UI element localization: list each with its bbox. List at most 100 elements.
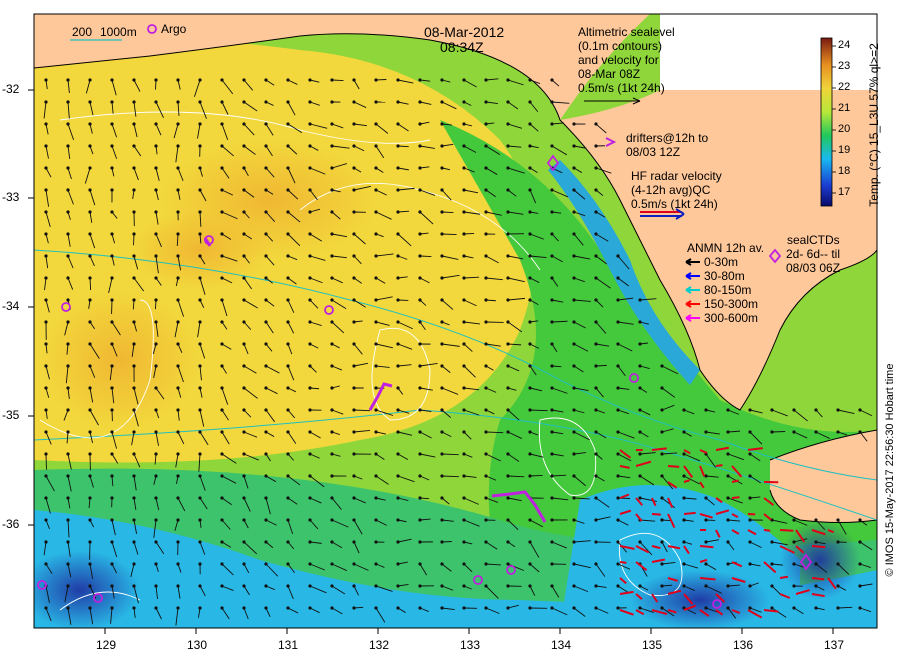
velocity-arrow-origin [88,78,92,82]
velocity-arrow-origin [418,540,422,544]
velocity-arrow-origin [550,78,554,82]
velocity-arrow-origin [506,232,510,236]
velocity-arrow-origin [66,210,70,214]
colorbar-tick: 21 [838,102,851,114]
velocity-arrow-origin [66,232,70,236]
velocity-arrow-origin [616,606,620,610]
velocity-arrow-origin [836,408,840,412]
velocity-arrow-origin [506,606,510,610]
velocity-arrow-origin [594,364,598,368]
velocity-arrow-origin [726,562,730,566]
velocity-arrow-origin [396,78,400,82]
seal-ctds-title: sealCTDs [787,233,840,247]
velocity-arrow-origin [220,298,224,302]
velocity-arrow-origin [308,430,312,434]
drifters-note-line: 08/03 12Z [626,145,681,159]
velocity-arrow-origin [418,584,422,588]
velocity-arrow-origin [154,232,158,236]
velocity-arrow-origin [352,540,356,544]
velocity-arrow-origin [550,342,554,346]
velocity-arrow-origin [330,518,334,522]
velocity-arrow-origin [770,584,774,588]
velocity-arrow-origin [66,364,70,368]
velocity-arrow-origin [484,540,488,544]
velocity-arrow-origin [286,364,290,368]
velocity-arrow-origin [440,320,444,324]
velocity-arrow-origin [660,496,664,500]
velocity-arrow-origin [814,518,818,522]
velocity-arrow-origin [110,430,114,434]
velocity-arrow-origin [264,232,268,236]
velocity-arrow-origin [286,540,290,544]
velocity-arrow-origin [110,562,114,566]
velocity-arrow-origin [396,496,400,500]
velocity-arrow-origin [88,430,92,434]
velocity-arrow-origin [132,364,136,368]
velocity-arrow-origin [682,430,686,434]
velocity-arrow-origin [88,342,92,346]
velocity-arrow-origin [440,100,444,104]
velocity-arrow-origin [286,100,290,104]
velocity-arrow-origin [110,606,114,610]
velocity-arrow-origin [88,474,92,478]
velocity-arrow-origin [308,452,312,456]
velocity-arrow-origin [418,606,422,610]
velocity-arrow-origin [44,474,48,478]
velocity-arrow-origin [132,188,136,192]
velocity-arrow-origin [594,562,598,566]
hf-radar-vector [651,513,661,516]
velocity-arrow-origin [660,386,664,390]
velocity-arrow-origin [66,430,70,434]
velocity-arrow-origin [176,606,180,610]
velocity-arrow-origin [44,562,48,566]
velocity-arrow-origin [374,364,378,368]
velocity-arrow-origin [440,364,444,368]
velocity-arrow-origin [594,474,598,478]
velocity-arrow-origin [704,562,708,566]
velocity-arrow-origin [484,386,488,390]
y-tick-label: -34 [2,299,20,313]
velocity-arrow-origin [572,122,576,126]
velocity-arrow-origin [858,606,862,610]
velocity-arrow-origin [330,320,334,324]
velocity-arrow-origin [66,144,70,148]
velocity-arrow-origin [396,122,400,126]
velocity-arrow-origin [88,122,92,126]
velocity-arrow-origin [110,210,114,214]
velocity-arrow-origin [242,188,246,192]
velocity-arrow-origin [132,408,136,412]
velocity-arrow-origin [418,474,422,478]
velocity-arrow-origin [132,298,136,302]
velocity-arrow-origin [242,408,246,412]
velocity-arrow-origin [308,540,312,544]
anmn-item-label: 80-150m [704,283,752,297]
velocity-arrow-origin [264,606,268,610]
velocity-arrow-origin [704,540,708,544]
velocity-arrow-origin [374,584,378,588]
velocity-arrow-origin [572,540,576,544]
velocity-arrow-origin [242,78,246,82]
velocity-arrow-origin [264,276,268,280]
x-tick-label: 132 [369,638,390,652]
velocity-arrow-origin [286,166,290,170]
velocity-arrow-origin [462,606,466,610]
velocity-arrow-origin [132,496,136,500]
velocity-arrow-origin [528,408,532,412]
velocity-arrow-origin [374,100,378,104]
velocity-arrow-origin [660,562,664,566]
velocity-arrow-origin [66,606,70,610]
isobath-200-label: 200 [72,25,93,39]
velocity-arrow-origin [110,276,114,280]
velocity-arrow-origin [484,562,488,566]
velocity-arrow-origin [748,430,752,434]
velocity-arrow-origin [550,474,554,478]
velocity-arrow-origin [528,386,532,390]
velocity-arrow-origin [418,496,422,500]
velocity-arrow-origin [550,232,554,236]
velocity-arrow-origin [726,518,730,522]
velocity-arrow-origin [198,496,202,500]
velocity-arrow-origin [220,232,224,236]
velocity-arrow-origin [110,144,114,148]
velocity-arrow-origin [374,342,378,346]
velocity-arrow-origin [242,496,246,500]
